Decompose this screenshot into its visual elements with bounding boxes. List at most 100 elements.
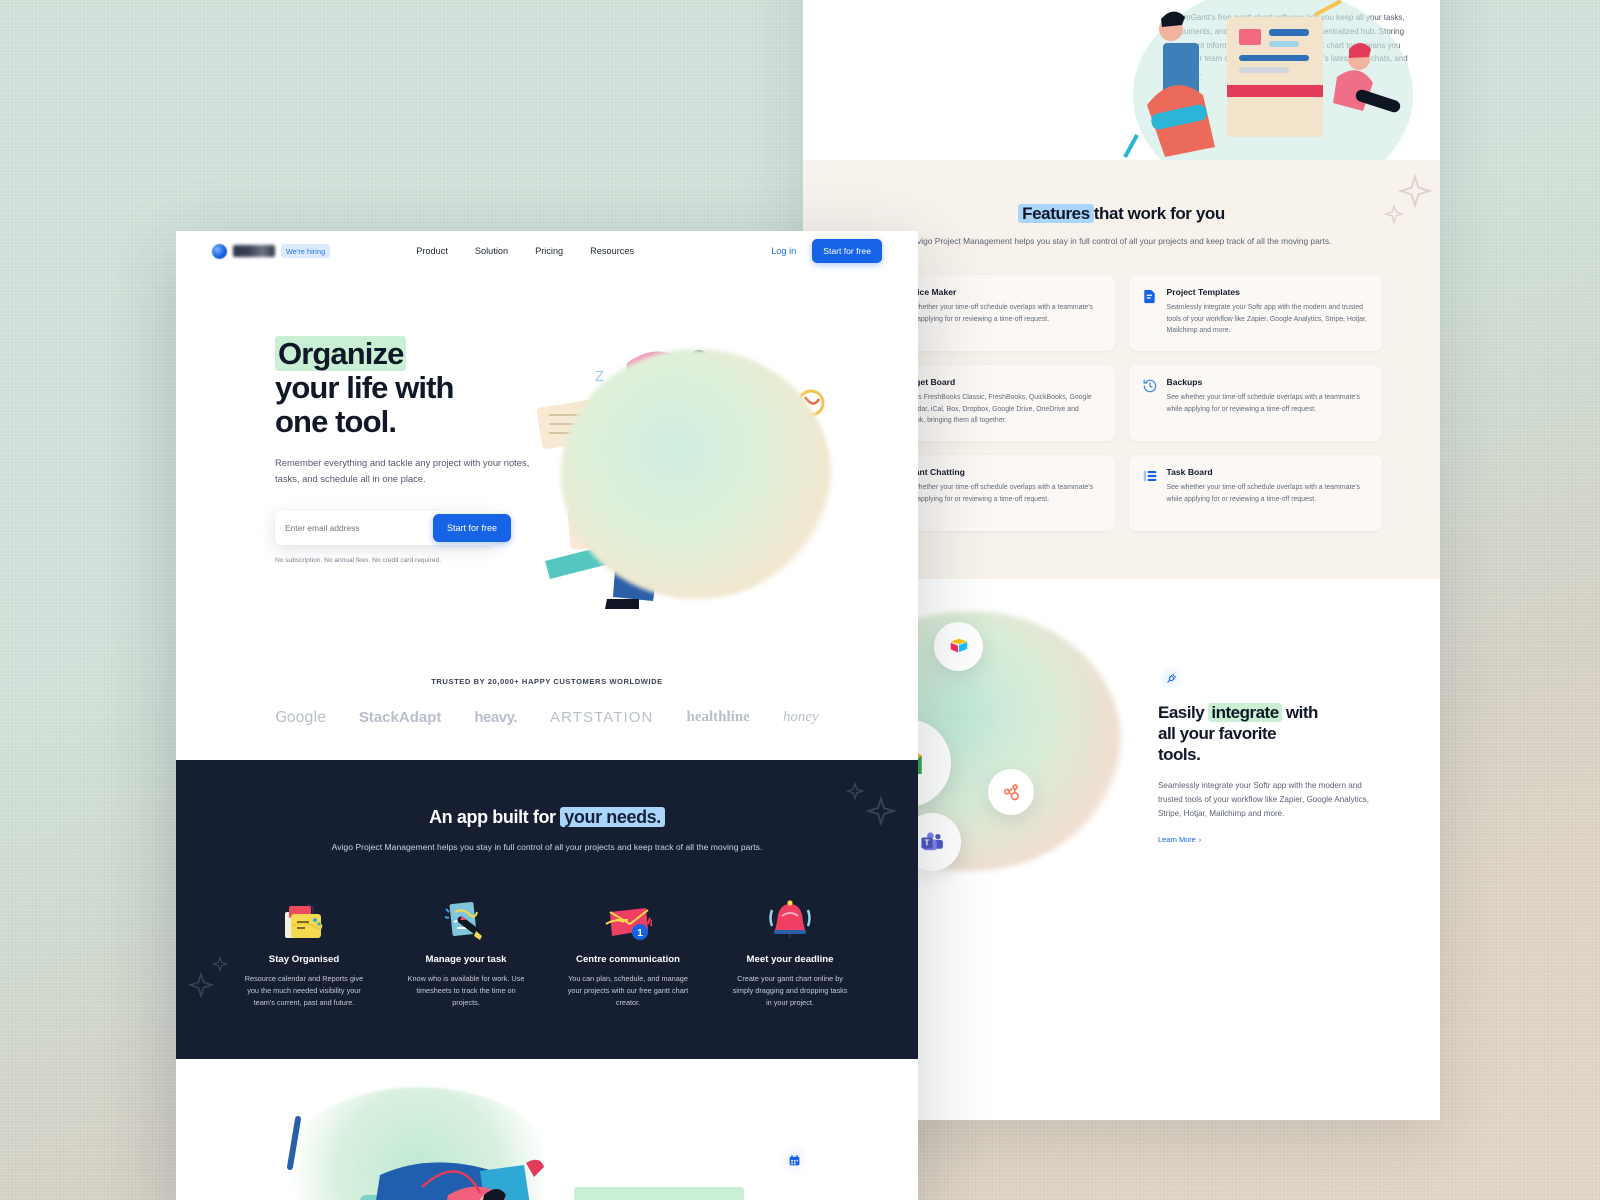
back-section-lifesaving: life saving. TeamGantt's free gantt char… <box>803 0 1440 353</box>
integrate-title-pre: Easily <box>1158 703 1209 723</box>
nav-link-solution[interactable]: Solution <box>475 246 508 256</box>
customer-logo-healthline: healthline <box>686 708 750 725</box>
feature-card-text: Access FreshBooks Classic, FreshBooks, Q… <box>899 394 1092 425</box>
integrate-title-highlight: integrate <box>1208 703 1282 723</box>
feature-card-grid: Invoice Maker See whether your time-off … <box>861 275 1382 532</box>
hero-fineprint: No subscription. No annual fees. No cred… <box>275 557 442 565</box>
integrate-copy: Easily integrate with all your favorite to… <box>1158 665 1373 847</box>
nav-link-pricing[interactable]: Pricing <box>535 246 563 256</box>
hero-subtitle: Remember everything and tackle any proje… <box>275 457 530 485</box>
dark-feature-card: Meet your deadline Create your gantt cha… <box>729 890 851 1009</box>
dark-card-title: Manage your task <box>425 954 507 966</box>
email-signup-row: Start for free <box>275 511 511 546</box>
bottom-illustration <box>287 1116 544 1200</box>
trusted-strip: TRUSTED BY 20,000+ HAPPY CUSTOMERS WORLD… <box>176 677 918 726</box>
email-input[interactable] <box>285 523 405 534</box>
logo-mark-icon <box>212 243 227 259</box>
dark-feature-card: 1 Centre communication You can plan, sch… <box>567 890 689 1009</box>
envelope-icon: 1 <box>567 890 689 942</box>
learn-more-link[interactable]: Learn More › <box>1158 835 1201 844</box>
feature-card-title: Backups <box>1166 377 1203 388</box>
dark-feature-cards: Stay Organised Resource calendar and Rep… <box>176 890 918 1009</box>
clock-back-icon <box>1142 378 1158 394</box>
feature-card-text: Seamlessly integrate your Softr app with… <box>1166 304 1367 335</box>
feature-card-title: Project Templates <box>1166 287 1240 298</box>
hiring-badge[interactable]: We're hiring <box>281 244 331 258</box>
feature-card-title: Task Board <box>1166 467 1213 478</box>
dark-card-text: Create your gantt chart online by simply… <box>732 974 848 1008</box>
note-pencil-icon <box>405 890 527 942</box>
dark-feature-card: Manage your task Know who is available f… <box>405 890 527 1009</box>
hero-blob <box>561 349 831 599</box>
arrow-right-icon: › <box>1198 835 1202 845</box>
hero-title-line2: your life with <box>275 370 454 406</box>
feature-card-title: Invoice Maker <box>899 287 957 298</box>
sparkle-small-icon <box>1384 204 1404 224</box>
svg-text:T: T <box>924 838 929 848</box>
sparkle-small-icon <box>846 782 864 800</box>
customer-logo-stackadapt: StackAdapt <box>358 708 442 726</box>
feature-card-title: Instant Chatting <box>899 467 965 478</box>
hero-title-highlight: Organize <box>275 336 407 371</box>
sparkle-small-icon-left <box>212 956 228 972</box>
hero-title-line3: one tool. <box>275 404 397 440</box>
features-title-rest: that work for you <box>1093 204 1225 223</box>
bottom-highlight-bar <box>574 1187 744 1200</box>
dark-card-text: Know who is available for work. Use time… <box>407 974 525 1008</box>
features-title-highlight: Features <box>1018 204 1094 223</box>
svg-text:1: 1 <box>637 928 643 939</box>
page-title: Organize your life with one tool. <box>275 336 535 440</box>
integrate-body: Seamlessly integrate your Softr app with… <box>1158 780 1369 818</box>
feature-card-text: See whether your time-off schedule overl… <box>1166 394 1360 413</box>
customer-logo-google: Google <box>275 708 326 726</box>
dark-card-title: Centre communication <box>576 954 680 966</box>
dark-section-title: An app built for your needs. <box>176 807 918 828</box>
bottom-preview-section <box>176 1059 918 1200</box>
hero-copy: Organize your life with one tool. Rememb… <box>275 336 535 565</box>
features-title: Features that work for you <box>803 204 1440 224</box>
integrate-title: Easily integrate with all your favorite to… <box>1158 703 1373 765</box>
alarm-icon <box>729 890 851 942</box>
list-icon <box>1142 468 1158 484</box>
nav-links: Product Solution Pricing Resources <box>416 246 634 256</box>
feature-card-text: See whether your time-off schedule overl… <box>1166 484 1360 503</box>
feature-card[interactable]: Project Templates Seamlessly integrate y… <box>1128 275 1382 352</box>
dark-section-subtitle: Avigo Project Management helps you stay … <box>331 842 763 852</box>
feature-card[interactable]: Backups See whether your time-off schedu… <box>1128 365 1382 442</box>
sparkle-icon <box>866 796 896 826</box>
site-navbar: We're hiring Product Solution Pricing Resou… <box>176 231 918 271</box>
nav-link-product[interactable]: Product <box>416 246 448 256</box>
customer-logo-artstation: ARTSTATION <box>549 708 654 726</box>
trusted-label: TRUSTED BY 20,000+ HAPPY CUSTOMERS WORLD… <box>431 677 663 686</box>
sparkle-icon-left <box>188 972 214 998</box>
feature-card-text: See whether your time-off schedule overl… <box>899 304 1093 323</box>
dark-card-title: Stay Organised <box>268 954 340 966</box>
feature-card[interactable]: Task Board See whether your time-off sch… <box>1128 455 1382 532</box>
integrate-title-line2: all your favorite <box>1158 724 1277 744</box>
sparkle-icon <box>1398 174 1432 208</box>
hero-start-for-free-button[interactable]: Start for free <box>432 514 511 543</box>
dark-title-plain: An app built for <box>429 807 561 827</box>
hero-section: Organize your life with one tool. Rememb… <box>176 271 918 671</box>
integrate-title-line3: tools. <box>1158 744 1201 764</box>
feature-card-title: Widget Board <box>899 377 956 388</box>
dark-title-highlight: your needs. <box>560 807 665 827</box>
feature-card-text: See whether your time-off schedule overl… <box>899 484 1093 503</box>
hero-illustration: Z z <box>531 311 861 641</box>
nav-link-resources[interactable]: Resources <box>590 246 634 256</box>
logo[interactable]: We're hiring <box>212 243 331 259</box>
plug-icon <box>1158 665 1184 692</box>
dark-feature-card: Stay Organised Resource calendar and Rep… <box>243 890 365 1009</box>
dark-features-section: An app built for your needs. Avigo Proje… <box>176 760 918 1059</box>
customer-logo-honey: honey <box>782 708 819 725</box>
nav-start-for-free-button[interactable]: Start for free <box>812 239 882 263</box>
dark-card-title: Meet your deadline <box>746 954 834 966</box>
folder-icon <box>243 890 365 942</box>
integrate-title-post: with <box>1281 703 1319 723</box>
customer-logo-heavy: heavy. <box>474 708 517 726</box>
customer-logos: Google StackAdapt heavy. ARTSTATION healthli… <box>176 708 918 726</box>
login-link[interactable]: Log in <box>771 246 796 256</box>
document-icon <box>1142 288 1158 304</box>
logo-wordmark <box>233 245 275 257</box>
calendar-icon <box>780 1143 808 1177</box>
